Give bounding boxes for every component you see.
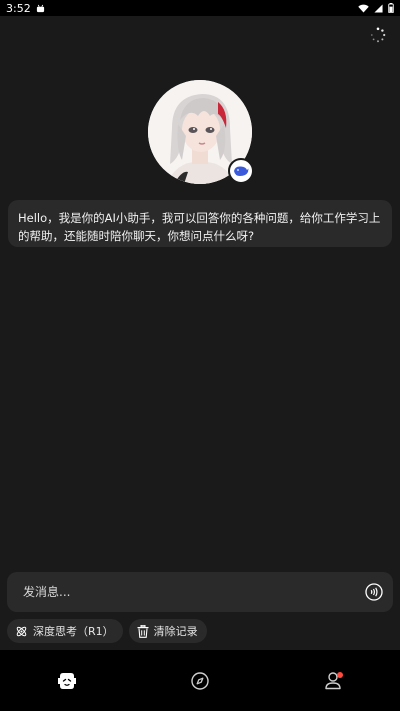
nav-chat[interactable] [47, 661, 87, 701]
bot-face-icon [57, 672, 76, 689]
signal-icon [374, 3, 383, 13]
quick-actions: 深度思考（R1） 清除记录 [7, 619, 207, 643]
clear-history-label: 清除记录 [153, 625, 198, 638]
voice-icon[interactable] [365, 583, 383, 601]
bottom-nav [0, 650, 400, 711]
battery-icon [388, 3, 394, 13]
trash-icon [137, 624, 149, 638]
wifi-icon [358, 4, 369, 13]
android-icon [36, 4, 44, 12]
nav-profile[interactable] [313, 661, 353, 701]
atom-icon [16, 626, 27, 636]
loading-icon [370, 27, 386, 43]
status-left: 3:52 [6, 2, 45, 15]
deep-think-label: 深度思考（R1） [33, 625, 114, 638]
whale-badge-icon [228, 158, 254, 184]
notification-dot [337, 671, 344, 678]
compass-icon [191, 671, 209, 690]
deep-think-button[interactable]: 深度思考（R1） [7, 619, 123, 643]
greeting-text: Hello，我是你的AI小助手，我可以回答你的各种问题，给你工作学习上的帮助，还… [18, 211, 381, 243]
nav-discover[interactable] [180, 661, 220, 701]
status-right [358, 3, 394, 13]
assistant-message-bubble: Hello，我是你的AI小助手，我可以回答你的各种问题，给你工作学习上的帮助，还… [8, 200, 392, 247]
assistant-avatar [148, 80, 254, 184]
message-input[interactable] [21, 584, 365, 600]
status-time: 3:52 [6, 1, 31, 15]
message-input-bar [7, 572, 393, 612]
status-bar: 3:52 [0, 0, 400, 16]
clear-history-button[interactable]: 清除记录 [128, 619, 207, 643]
